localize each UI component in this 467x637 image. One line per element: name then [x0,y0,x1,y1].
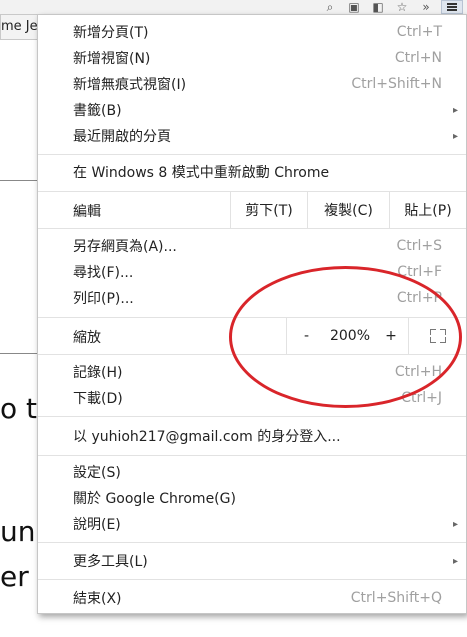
menu-item-label: 下載(D) [73,391,123,407]
menu-separator [38,579,466,580]
menu-item-bookmarks[interactable]: 書籤(B) ▸ [38,97,466,123]
menu-item-settings[interactable]: 設定(S) [38,459,466,485]
submenu-arrow-icon: ▸ [452,555,458,567]
browser-toolbar: ⌕ ▣ ◧ ☆ » [0,0,467,15]
menu-item-label: 記錄(H) [73,365,123,381]
zoom-label: 縮放 [73,330,101,346]
menu-item-more-tools[interactable]: 更多工具(L) ▸ [38,548,466,574]
menu-item-label: 最近開啟的分頁 [73,129,171,145]
menu-separator [38,542,466,543]
menu-item-new-window[interactable]: 新增視窗(N) Ctrl+N [38,45,466,71]
menu-separator [38,354,466,355]
hamburger-icon [447,3,457,11]
menu-item-label: 說明(E) [73,517,121,533]
menu-separator [38,416,466,417]
menu-item-label: 另存網頁為(A)... [73,239,177,255]
menu-item-shortcut: Ctrl+N [394,50,442,66]
zoom-in-button[interactable]: + [374,318,408,354]
menu-item-about-chrome[interactable]: 關於 Google Chrome(G) [38,485,466,511]
menu-item-label: 關於 Google Chrome(G) [73,491,236,507]
edit-label: 編輯 [73,204,101,220]
submenu-arrow-icon: ▸ [452,518,458,530]
menu-item-label: 新增分頁(T) [73,25,149,41]
page-divider [0,180,38,181]
search-icon[interactable]: ⌕ [321,0,339,14]
menu-item-label: 在 Windows 8 模式中重新啟動 Chrome [73,165,330,181]
menu-item-shortcut: Ctrl+F [397,264,442,280]
submenu-arrow-icon: ▸ [452,130,458,142]
menu-item-help[interactable]: 說明(E) ▸ [38,511,466,537]
menu-item-downloads[interactable]: 下載(D) Ctrl+J [38,385,466,411]
zoom-out-button[interactable]: - [286,318,326,354]
menu-item-label: 設定(S) [73,465,121,481]
paste-button[interactable]: 貼上(P) [389,192,466,228]
menu-item-shortcut: Ctrl+P [396,290,442,306]
menu-item-recent-tabs[interactable]: 最近開啟的分頁 ▸ [38,123,466,149]
submenu-arrow-icon: ▸ [452,104,458,116]
page-text: uni [0,515,38,548]
menu-item-label: 更多工具(L) [73,554,148,570]
menu-item-label: 尋找(F)... [73,265,134,281]
menu-item-shortcut: Ctrl+Shift+N [351,76,442,92]
menu-item-print[interactable]: 列印(P)... Ctrl+P [38,285,466,311]
menu-item-save-page[interactable]: 另存網頁為(A)... Ctrl+S [38,233,466,259]
fullscreen-button[interactable] [408,318,466,354]
menu-separator [38,455,466,456]
menu-item-label: 結束(X) [73,591,122,607]
page-text: o te [0,392,38,425]
menu-item-label: 新增無痕式視窗(I) [73,77,187,93]
star-icon[interactable]: ☆ [393,0,411,14]
cut-button[interactable]: 剪下(T) [230,192,307,228]
menu-item-new-tab[interactable]: 新增分頁(T) Ctrl+T [38,19,466,45]
menu-item-find[interactable]: 尋找(F)... Ctrl+F [38,259,466,285]
page-text: er a [0,560,38,593]
menu-item-label: 列印(P)... [73,291,134,307]
menu-item-new-incognito-window[interactable]: 新增無痕式視窗(I) Ctrl+Shift+N [38,71,466,97]
fullscreen-icon [429,329,446,343]
menu-separator [38,228,466,229]
menu-item-shortcut: Ctrl+H [394,364,442,380]
menu-item-shortcut: Ctrl+Shift+Q [350,590,442,606]
menu-item-label: 以 yuhioh217@gmail.com 的身分登入... [73,429,341,445]
zoom-level-value: 200% [329,328,371,344]
page-divider [0,353,38,354]
extensions-icon[interactable]: ◧ [369,0,387,14]
menu-separator [38,154,466,155]
toolbar-icons: ⌕ ▣ ◧ ☆ » [321,0,467,14]
menu-item-shortcut: Ctrl+J [401,390,442,406]
menu-item-label: 書籤(B) [73,103,122,119]
zoom-row: 縮放 - 200% + [38,318,466,354]
menu-item-relaunch-windows8[interactable]: 在 Windows 8 模式中重新啟動 Chrome [38,159,466,185]
menu-item-signed-in-as[interactable]: 以 yuhioh217@gmail.com 的身分登入... [38,423,466,449]
copy-button[interactable]: 複製(C) [307,192,389,228]
chrome-menu-button[interactable] [441,0,463,14]
menu-item-shortcut: Ctrl+T [396,24,442,40]
menu-item-history[interactable]: 記錄(H) Ctrl+H [38,359,466,385]
menu-item-exit[interactable]: 結束(X) Ctrl+Shift+Q [38,585,466,611]
browser-tab[interactable]: me Jer [0,14,38,40]
edit-row: 編輯 剪下(T) 複製(C) 貼上(P) [38,192,466,228]
menu-item-shortcut: Ctrl+S [396,238,442,254]
overflow-icon[interactable]: » [417,0,435,14]
chrome-menu: 新增分頁(T) Ctrl+T 新增視窗(N) Ctrl+N 新增無痕式視窗(I)… [37,14,467,614]
menu-item-label: 新增視窗(N) [73,51,151,67]
page-icon[interactable]: ▣ [345,0,363,14]
